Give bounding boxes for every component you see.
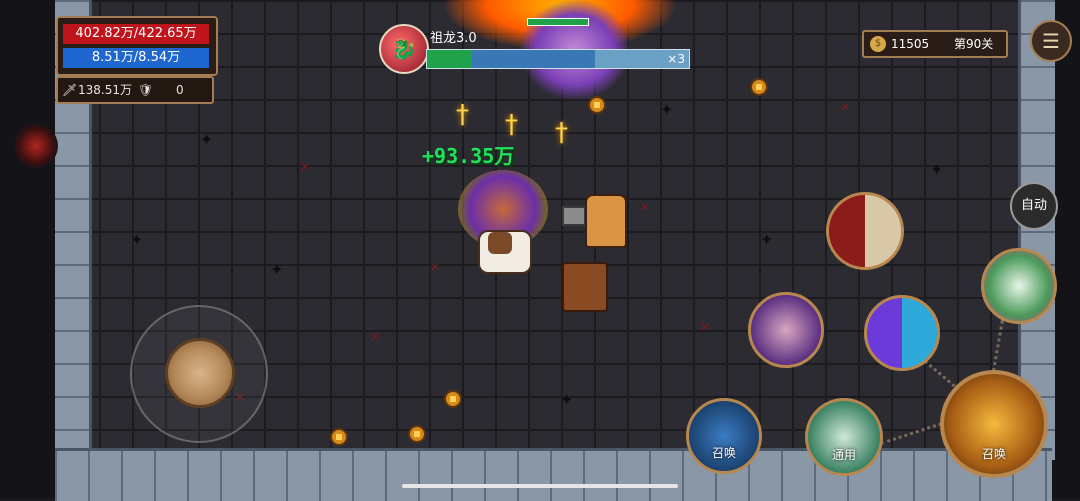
boss-health-bar: ×3 bbox=[426, 49, 690, 69]
skill-button-panda[interactable] bbox=[981, 248, 1057, 324]
floor-crack: ✦ bbox=[560, 390, 574, 409]
sword-icon: 🗡 bbox=[62, 83, 78, 97]
side-orb[interactable] bbox=[14, 124, 58, 168]
sword-projectile-icon: † bbox=[505, 110, 518, 140]
skill-button-dash[interactable] bbox=[864, 295, 940, 371]
floor-spike: ✕ bbox=[840, 100, 851, 114]
boss-health-fill bbox=[427, 50, 472, 68]
treasure-chest[interactable] bbox=[562, 262, 608, 312]
floor-spike: ✕ bbox=[300, 160, 311, 174]
dragon-portrait-icon: 🐉 bbox=[379, 24, 429, 74]
player-stats-panel: 402.82万/422.65万 8.51万/8.54万 bbox=[56, 16, 218, 76]
floor-spike: ✕ bbox=[640, 200, 651, 214]
sword-projectile-icon: † bbox=[456, 100, 469, 130]
coin-drop[interactable] bbox=[330, 428, 348, 446]
summon-label: 召唤 bbox=[711, 446, 736, 460]
coin-drop[interactable] bbox=[408, 425, 426, 443]
damage-number: +93.35万 bbox=[422, 144, 515, 168]
hp-bar: 402.82万/422.65万 bbox=[63, 24, 209, 44]
sword-projectile-icon: † bbox=[555, 118, 568, 148]
floor-spike: ✕ bbox=[700, 320, 711, 334]
skill-button-warrior[interactable] bbox=[826, 192, 904, 270]
right-border bbox=[1052, 0, 1080, 498]
bottom-wall bbox=[55, 448, 1052, 501]
coin-icon: $ bbox=[870, 36, 886, 52]
joystick-knob[interactable] bbox=[165, 338, 235, 408]
skill-button-mage[interactable] bbox=[748, 292, 824, 368]
ultimate-summon-label: 召唤 bbox=[981, 447, 1006, 461]
resource-panel: $ 11505 第90关 bbox=[862, 30, 1008, 58]
left-border bbox=[0, 0, 55, 498]
menu-icon[interactable]: ☰ bbox=[1030, 20, 1072, 62]
summon-skill-button[interactable]: 召唤 bbox=[686, 398, 762, 474]
boss-name: 祖龙3.0 bbox=[430, 31, 477, 46]
floor-crack: ✦ bbox=[660, 100, 674, 119]
defense-value: 0 bbox=[176, 83, 184, 97]
shield-icon: 🛡 bbox=[138, 83, 154, 97]
coin-drop[interactable] bbox=[444, 390, 462, 408]
floor-crack: ✦ bbox=[130, 230, 144, 249]
floor-spike: ✕ bbox=[370, 330, 381, 344]
floor-crack: ✦ bbox=[270, 260, 284, 279]
boss-overhead-health bbox=[527, 18, 589, 26]
boss-shield-fill bbox=[472, 50, 595, 68]
boss-health-multiplier: ×3 bbox=[667, 52, 685, 66]
pet-dog bbox=[478, 230, 532, 274]
attack-value: 138.51万 bbox=[78, 83, 132, 97]
combat-stats-panel: 🗡 138.51万 🛡 0 bbox=[56, 76, 214, 104]
ultimate-summon-button[interactable]: 召唤 bbox=[940, 370, 1048, 478]
mp-bar: 8.51万/8.54万 bbox=[63, 48, 209, 68]
coin-drop[interactable] bbox=[588, 96, 606, 114]
floor-crack: ✦ bbox=[200, 130, 214, 149]
level-label: 第90关 bbox=[954, 37, 994, 51]
coin-count: 11505 bbox=[891, 37, 930, 51]
system-home-indicator[interactable] bbox=[402, 484, 678, 488]
floor-crack: ✦ bbox=[760, 230, 774, 249]
floor-spike: ✕ bbox=[430, 260, 441, 274]
floor-crack: ✦ bbox=[930, 160, 944, 179]
pet-fox bbox=[585, 194, 627, 248]
auto-button[interactable]: 自动 bbox=[1010, 182, 1058, 230]
hammer-icon bbox=[562, 206, 586, 226]
coin-drop[interactable] bbox=[750, 78, 768, 96]
general-label: 通用 bbox=[831, 448, 856, 462]
general-skill-button[interactable]: 通用 bbox=[805, 398, 883, 476]
